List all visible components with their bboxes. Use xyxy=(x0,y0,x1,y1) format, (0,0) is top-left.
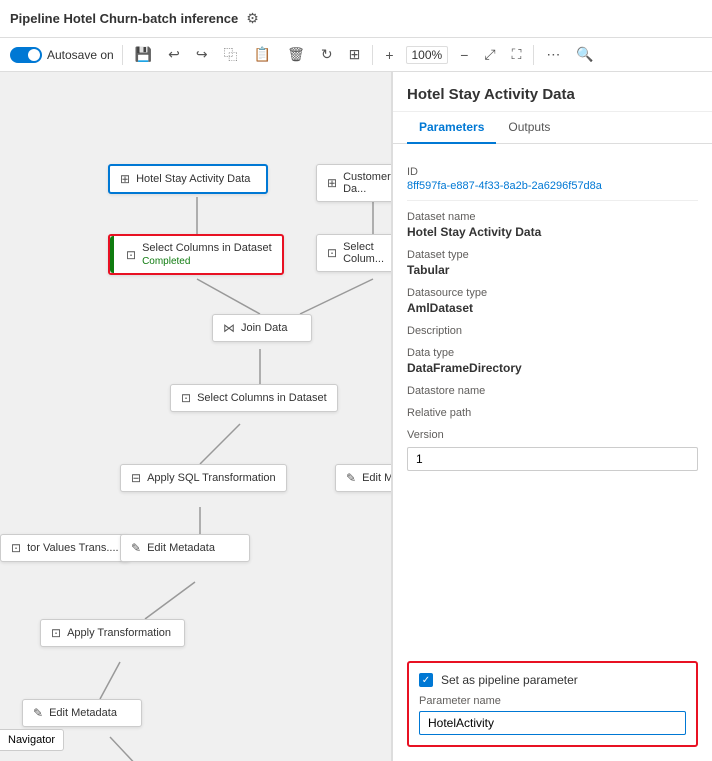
node-status: Completed xyxy=(142,256,272,267)
save-button[interactable]: 💾 xyxy=(131,44,156,65)
node-label-2: Customer Da... xyxy=(343,171,392,195)
dataset-icon-2: ⊞ xyxy=(327,176,337,190)
main-layout: ⊞ Hotel Stay Activity Data ⊞ Customer Da… xyxy=(0,72,712,761)
node-label-7: Apply SQL Transformation xyxy=(147,472,276,484)
set-pipeline-param-checkbox[interactable]: ✓ xyxy=(419,673,433,687)
node-label-5: Join Data xyxy=(241,322,287,334)
panel-tabs: Parameters Outputs xyxy=(393,112,712,144)
param-name-label: Parameter name xyxy=(419,695,686,707)
autosave-toggle[interactable]: Autosave on xyxy=(10,47,114,63)
dataset-name-label: Dataset name xyxy=(407,211,698,223)
graph-button[interactable]: ⋯ xyxy=(542,44,564,65)
data-type-value: DataFrameDirectory xyxy=(407,361,698,375)
page-title: Pipeline Hotel Churn-batch inference xyxy=(10,11,238,26)
toggle-switch[interactable] xyxy=(10,47,42,63)
node-label-4: Select Colum... xyxy=(343,241,392,265)
id-label: ID xyxy=(407,166,698,178)
zoom-in-button[interactable]: + xyxy=(381,45,397,65)
id-value[interactable]: 8ff597fa-e887-4f33-8a2b-2a6296f57d8a xyxy=(407,180,698,192)
header: Pipeline Hotel Churn-batch inference ⚙ xyxy=(0,0,712,38)
pipeline-param-section: ✓ Set as pipeline parameter Parameter na… xyxy=(407,661,698,747)
dataset-type-value: Tabular xyxy=(407,263,698,277)
datasource-type-value: AmlDataset xyxy=(407,301,698,315)
edit-icon: ✎ xyxy=(346,471,356,485)
node-label-11: Apply Transformation xyxy=(67,627,171,639)
checkbox-row: ✓ Set as pipeline parameter xyxy=(419,673,686,687)
fit-button[interactable]: ⤢ xyxy=(480,44,499,65)
delete-button[interactable]: 🗑 xyxy=(283,44,309,65)
node-label-10: Edit Metadata xyxy=(147,542,215,554)
redo-button[interactable]: ↪ xyxy=(192,44,212,65)
description-label: Description xyxy=(407,325,698,337)
version-input[interactable] xyxy=(407,447,698,471)
node-label-9: tor Values Trans.... xyxy=(27,542,119,554)
zoom-level: 100% xyxy=(406,46,449,64)
apply-icon: ⊡ xyxy=(51,626,61,640)
data-type-label: Data type xyxy=(407,347,698,359)
toolbar-separator-2 xyxy=(372,45,373,65)
paste-button[interactable]: 📋 xyxy=(250,44,275,65)
toolbar: Autosave on 💾 ↩ ↪ ⿻ 📋 🗑 ↻ ⊞ + 100% − ⤢ ⛶… xyxy=(0,38,712,72)
zoom-out-button[interactable]: − xyxy=(456,45,472,65)
node-label: Hotel Stay Activity Data xyxy=(136,173,250,185)
pipeline-canvas[interactable]: ⊞ Hotel Stay Activity Data ⊞ Customer Da… xyxy=(0,72,392,761)
sql-icon: ⊟ xyxy=(131,471,141,485)
node-tor-values[interactable]: ⊡ tor Values Trans.... xyxy=(0,534,130,562)
transform-icon-2: ⊡ xyxy=(327,246,337,260)
node-label-6: Select Columns in Dataset xyxy=(197,392,327,404)
datasource-type-label: Datasource type xyxy=(407,287,698,299)
version-label: Version xyxy=(407,429,698,441)
navigator-button[interactable]: Navigator xyxy=(0,729,64,751)
node-apply-sql-1[interactable]: ⊟ Apply SQL Transformation xyxy=(120,464,287,492)
transform-icon-4: ⊡ xyxy=(11,541,21,555)
node-label-12: Edit Metadata xyxy=(49,707,117,719)
checkbox-label: Set as pipeline parameter xyxy=(441,673,578,687)
checkmark-icon: ✓ xyxy=(422,675,430,686)
node-edit-m[interactable]: ✎ Edit M... xyxy=(335,464,392,492)
node-hotel-stay[interactable]: ⊞ Hotel Stay Activity Data xyxy=(108,164,268,194)
node-edit-meta-2[interactable]: ✎ Edit Metadata xyxy=(22,699,142,727)
refresh-button[interactable]: ↻ xyxy=(317,44,337,65)
dataset-name-value: Hotel Stay Activity Data xyxy=(407,225,698,239)
transform-icon: ⊡ xyxy=(126,248,136,262)
relative-path-label: Relative path xyxy=(407,407,698,419)
node-join-data[interactable]: ⋈ Join Data xyxy=(212,314,312,342)
toolbar-separator-3 xyxy=(533,45,534,65)
node-select-cols-3[interactable]: ⊡ Select Columns in Dataset xyxy=(170,384,338,412)
datastore-name-label: Datastore name xyxy=(407,385,698,397)
divider-1 xyxy=(407,200,698,201)
node-select-cols-2[interactable]: ⊡ Select Colum... xyxy=(316,234,392,272)
node-select-cols-1[interactable]: ⊡ Select Columns in Dataset Completed xyxy=(108,234,284,275)
copy-button[interactable]: ⿻ xyxy=(220,43,242,67)
layout-button[interactable]: ⊞ xyxy=(345,44,365,65)
transform-icon-3: ⊡ xyxy=(181,391,191,405)
node-content: Select Columns in Dataset Completed xyxy=(142,242,272,267)
meta-icon-2: ✎ xyxy=(33,706,43,720)
panel-title: Hotel Stay Activity Data xyxy=(393,72,712,112)
search-button[interactable]: 🔍 xyxy=(572,44,597,65)
node-label-3: Select Columns in Dataset xyxy=(142,242,272,254)
tab-parameters[interactable]: Parameters xyxy=(407,112,496,144)
node-customer-data[interactable]: ⊞ Customer Da... xyxy=(316,164,392,202)
node-apply-trans[interactable]: ⊡ Apply Transformation xyxy=(40,619,185,647)
dataset-type-label: Dataset type xyxy=(407,249,698,261)
dataset-icon: ⊞ xyxy=(120,172,130,186)
panel-parameters-content: ID 8ff597fa-e887-4f33-8a2b-2a6296f57d8a … xyxy=(393,144,712,651)
node-label-8: Edit M... xyxy=(362,472,392,484)
toolbar-separator-1 xyxy=(122,45,123,65)
tab-outputs[interactable]: Outputs xyxy=(496,112,562,144)
join-icon: ⋈ xyxy=(223,321,235,335)
status-bar xyxy=(110,236,114,273)
fullscreen-button[interactable]: ⛶ xyxy=(508,44,526,65)
meta-icon-1: ✎ xyxy=(131,541,141,555)
undo-button[interactable]: ↩ xyxy=(164,44,184,65)
gear-icon[interactable]: ⚙ xyxy=(246,10,259,27)
autosave-label: Autosave on xyxy=(47,48,114,62)
node-edit-meta-1[interactable]: ✎ Edit Metadata xyxy=(120,534,250,562)
right-panel: Hotel Stay Activity Data Parameters Outp… xyxy=(392,72,712,761)
param-name-input[interactable] xyxy=(419,711,686,735)
